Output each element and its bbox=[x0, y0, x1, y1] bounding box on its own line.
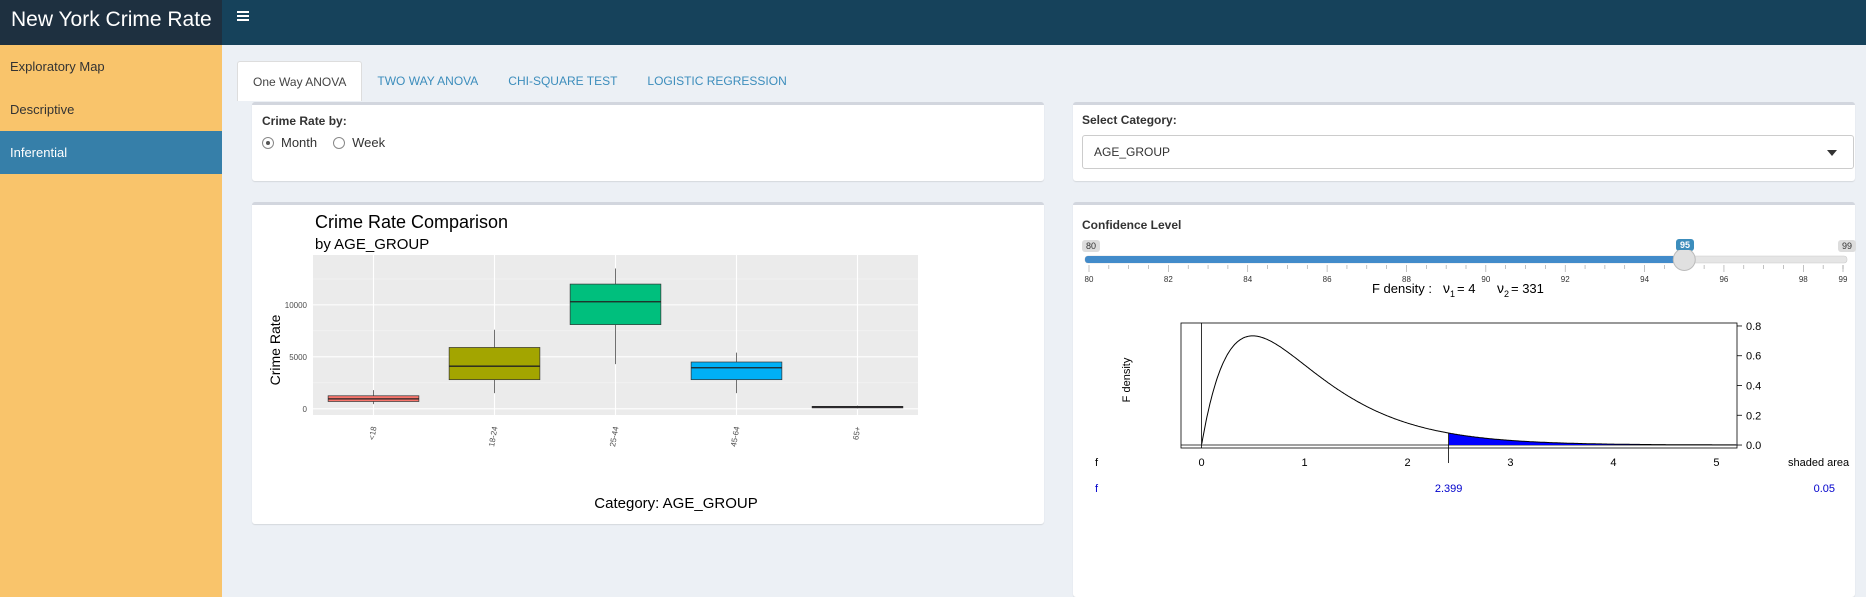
category-select-value: AGE_GROUP bbox=[1094, 145, 1171, 159]
select-category-box: Select Category: AGE_GROUP bbox=[1073, 102, 1855, 181]
y-tick-label: 0 bbox=[303, 405, 308, 414]
tab-one-way-anova[interactable]: One Way ANOVA bbox=[237, 61, 363, 101]
chevron-down-icon bbox=[1827, 150, 1837, 156]
x-tick-label: 3 bbox=[1507, 457, 1513, 469]
sidebar-toggle-icon[interactable] bbox=[237, 9, 253, 23]
crime-rate-by-box: Crime Rate by: Month Week bbox=[252, 102, 1044, 181]
slider-handle bbox=[1672, 250, 1696, 271]
top-navbar bbox=[222, 0, 1866, 45]
nu1-subscript: 1 bbox=[1450, 289, 1455, 299]
y-axis-label: Crime Rate bbox=[267, 314, 283, 385]
tab-logistic-regression[interactable]: LOGISTIC REGRESSION bbox=[632, 61, 801, 101]
y-tick-label: 0.4 bbox=[1746, 381, 1761, 393]
boxplot-chart: Crime Rate Comparison by AGE_GROUP Crime… bbox=[267, 212, 918, 512]
plot-frame bbox=[1180, 322, 1738, 449]
analysis-tabs: One Way ANOVA TWO WAY ANOVA CHI-SQUARE T… bbox=[237, 61, 802, 101]
f-density-title: F density : ν 1 = 4 ν 2 = 331 bbox=[1372, 280, 1544, 299]
x-tick-label: 2 bbox=[1404, 457, 1410, 469]
x-tick-label: 1 bbox=[1301, 457, 1307, 469]
category-select[interactable]: AGE_GROUP bbox=[1082, 135, 1854, 169]
row2-left-label: f bbox=[1095, 483, 1099, 495]
f-density-title-prefix: F density : bbox=[1372, 281, 1432, 296]
box-25-44 bbox=[569, 283, 662, 325]
app-logo: New York Crime Rate bbox=[0, 0, 222, 45]
tab-two-way-anova[interactable]: TWO WAY ANOVA bbox=[362, 61, 493, 101]
critical-value-label: 2.399 bbox=[1435, 483, 1463, 495]
x-tick-label: 45-64 bbox=[729, 425, 742, 447]
radio-month-label: Month bbox=[281, 135, 318, 150]
boxplot-chart-box: Crime Rate Comparison by AGE_GROUP Crime… bbox=[252, 202, 1044, 524]
confidence-level-label: Confidence Level bbox=[1082, 218, 1182, 232]
nu1-symbol: ν bbox=[1443, 280, 1450, 296]
sidebar-item-descriptive[interactable]: Descriptive bbox=[0, 88, 222, 131]
density-curve bbox=[1201, 335, 1737, 446]
select-category-label: Select Category: bbox=[1082, 113, 1177, 127]
x-tick-label: 4 bbox=[1610, 457, 1616, 469]
x-tick-label: 25-44 bbox=[608, 425, 621, 447]
x-axis-label: Category: AGE_GROUP bbox=[594, 495, 757, 512]
nu2-value: = 331 bbox=[1511, 281, 1544, 296]
x-tick-label: 0 bbox=[1199, 457, 1205, 469]
nu2-symbol: ν bbox=[1497, 280, 1504, 296]
tab-chi-square-test[interactable]: CHI-SQUARE TEST bbox=[493, 61, 632, 101]
row1-right-label: shaded area bbox=[1788, 457, 1850, 469]
sidebar: Exploratory Map Descriptive Inferential bbox=[0, 45, 222, 597]
f-density-y-label: F density bbox=[1121, 357, 1133, 402]
x-tick-label: 65+ bbox=[851, 425, 862, 440]
nu2-subscript: 2 bbox=[1504, 289, 1509, 299]
y-tick-label: 0.2 bbox=[1746, 410, 1761, 422]
radio-week-label: Week bbox=[352, 135, 386, 150]
chart-title: Crime Rate Comparison bbox=[315, 212, 508, 232]
crime-rate-by-label: Crime Rate by: bbox=[262, 114, 347, 128]
sidebar-item-inferential[interactable]: Inferential bbox=[0, 131, 222, 174]
slider-fill bbox=[1085, 256, 1685, 263]
crime-rate-by-radio-group: Month Week bbox=[262, 135, 1034, 150]
shaded-area-value: 0.05 bbox=[1814, 483, 1835, 495]
x-tick-label: 18-24 bbox=[487, 425, 500, 447]
row1-left-label: f bbox=[1095, 457, 1099, 469]
f-density-box: Confidence Level 80 99 95 80 82 84 86 88 90 92… bbox=[1073, 202, 1857, 597]
x-tick-label: <18 bbox=[367, 425, 378, 440]
nu1-value: = 4 bbox=[1457, 281, 1475, 296]
y-tick-label: 0.8 bbox=[1746, 321, 1761, 333]
f-density-chart: F density : ν 1 = 4 ν 2 = 331 F density … bbox=[1095, 280, 1850, 495]
y-tick-label: 0.0 bbox=[1746, 440, 1761, 452]
box-45-64 bbox=[690, 361, 783, 381]
y-tick-label: 10000 bbox=[285, 301, 308, 310]
radio-month[interactable] bbox=[262, 136, 274, 149]
x-tick-label: 5 bbox=[1713, 457, 1719, 469]
box-18-24 bbox=[448, 347, 541, 381]
y-tick-label: 5000 bbox=[289, 353, 307, 362]
radio-week[interactable] bbox=[333, 136, 346, 149]
chart-subtitle: by AGE_GROUP bbox=[315, 236, 429, 253]
y-tick-label: 0.6 bbox=[1746, 351, 1761, 363]
sidebar-item-exploratory-map[interactable]: Exploratory Map bbox=[0, 45, 222, 88]
